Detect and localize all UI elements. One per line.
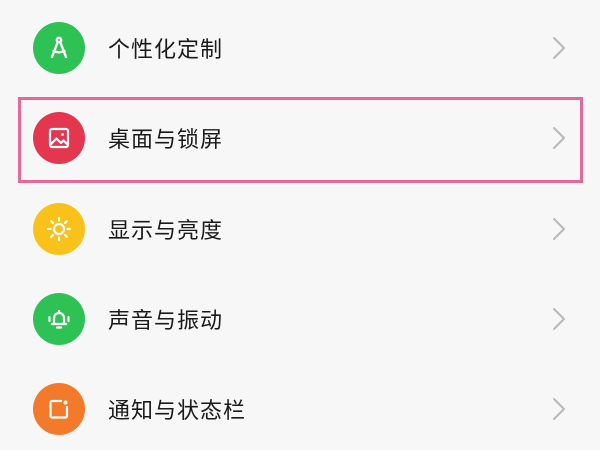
notification-icon [33,383,85,435]
compass-icon [33,22,85,74]
settings-list: 个性化定制 桌面与锁屏 显示与亮度 声音与振动 通知与状态栏 [0,0,600,450]
settings-item-sound-vibration[interactable]: 声音与振动 [0,274,600,364]
settings-item-display-brightness[interactable]: 显示与亮度 [0,184,600,274]
bell-icon [33,293,85,345]
chevron-right-icon [552,126,566,150]
settings-item-desktop-lockscreen[interactable]: 桌面与锁屏 [0,93,600,183]
settings-item-label: 个性化定制 [108,38,224,63]
sun-icon [33,203,85,255]
settings-item-label: 显示与亮度 [108,219,224,244]
chevron-right-icon [552,397,566,421]
chevron-right-icon [552,217,566,241]
settings-item-notification-statusbar[interactable]: 通知与状态栏 [0,364,600,450]
settings-item-personalization[interactable]: 个性化定制 [0,3,600,93]
image-icon [33,112,85,164]
settings-item-label: 通知与状态栏 [108,399,247,424]
settings-item-label: 声音与振动 [108,309,224,334]
chevron-right-icon [552,36,566,60]
settings-item-label: 桌面与锁屏 [108,128,224,153]
chevron-right-icon [552,307,566,331]
